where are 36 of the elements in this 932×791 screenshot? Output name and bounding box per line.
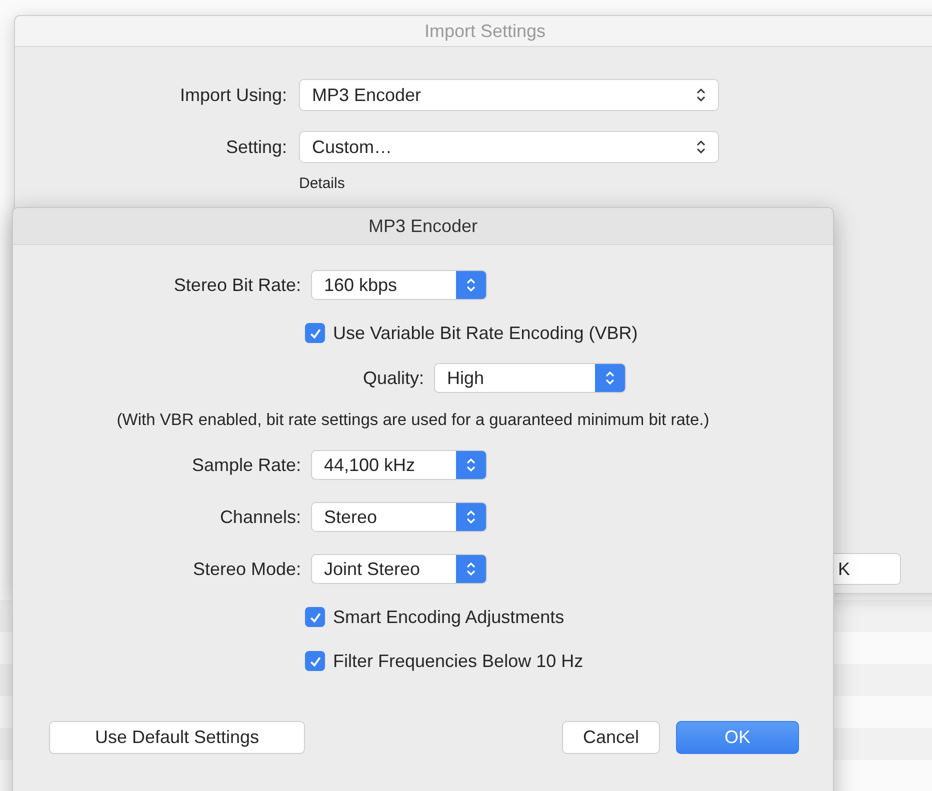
dialog-button[interactable]: Cancel [562, 721, 660, 754]
details-label: Details [299, 175, 346, 192]
popup-menu[interactable]: Custom… [299, 131, 719, 163]
checkmark-icon [308, 654, 322, 668]
field-label: Stereo Bit Rate: [172, 274, 301, 296]
field-label: Stereo Mode: [192, 558, 301, 580]
popup-menu[interactable]: MP3 Encoder [299, 79, 719, 111]
checkmark-icon [308, 610, 322, 624]
checkbox-label: Smart Encoding Adjustments [333, 606, 564, 628]
checkbox[interactable] [305, 651, 325, 671]
stepper-icon [466, 457, 476, 473]
stepper-icon [605, 370, 616, 386]
stepper-icon [466, 509, 476, 525]
popup-menu[interactable]: Joint Stereo [311, 554, 487, 584]
stepper-icon [466, 277, 476, 293]
popup-menu[interactable]: Stereo [311, 502, 487, 532]
checkbox[interactable] [305, 323, 325, 343]
stepper-icon [466, 561, 476, 577]
chevron-icon [696, 139, 706, 155]
dialog-button[interactable]: Use Default Settings [49, 721, 305, 754]
field-label: Sample Rate: [190, 454, 301, 476]
popup-menu[interactable]: High [434, 363, 626, 393]
dialog-title: MP3 Encoder [368, 216, 478, 236]
field-label: Setting: [224, 136, 287, 158]
note-text: (With VBR enabled, bit rate settings are used for a guaranteed minimum bit rate.) [116, 410, 710, 430]
chevron-icon [696, 87, 706, 103]
checkbox-label: Filter Frequencies Below 10 Hz [333, 650, 584, 672]
popup-menu[interactable]: 44,100 kHz [311, 450, 487, 480]
popup-menu[interactable]: 160 kbps [311, 270, 487, 300]
checkbox-label: Use Variable Bit Rate Encoding (VBR) [333, 322, 638, 344]
window-title: Import Settings [424, 20, 546, 42]
field-label: Channels: [218, 506, 301, 528]
field-label: Import Using: [178, 84, 287, 106]
checkmark-icon [308, 326, 322, 340]
checkbox[interactable] [305, 607, 325, 627]
field-label: Quality: [363, 368, 424, 388]
